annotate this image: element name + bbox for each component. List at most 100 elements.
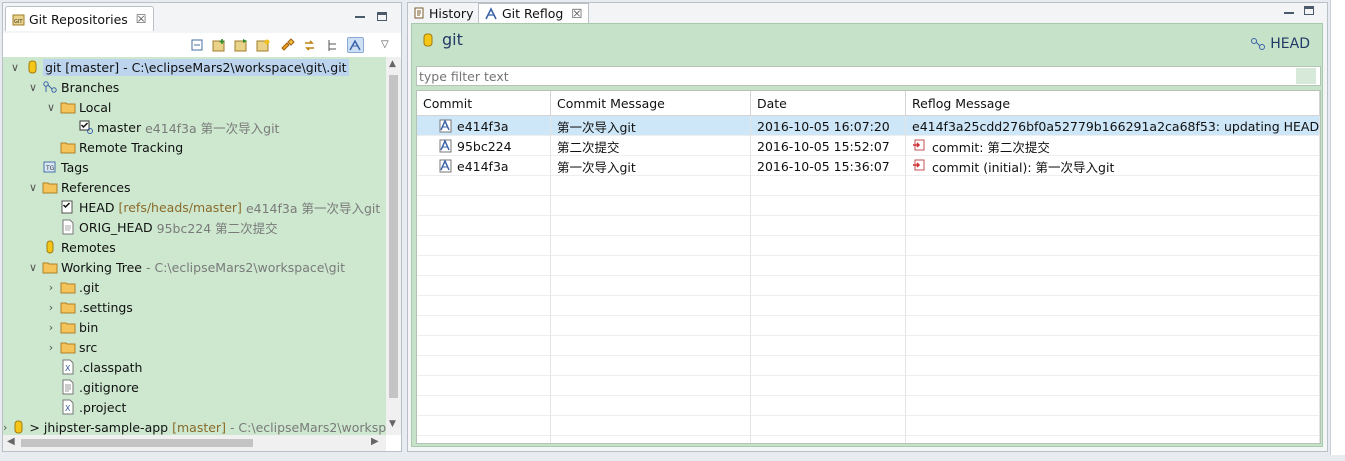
trim-stack <box>1330 0 1345 461</box>
column-header-commit-message[interactable]: Commit Message <box>551 91 751 116</box>
view-tabbar: GIT Git Repositories ☒ <box>3 3 401 33</box>
tree-item-decoration: 95bc224 第二次提交 <box>156 220 278 236</box>
scroll-left-icon[interactable]: ◀ <box>7 436 15 447</box>
tree-item[interactable]: HEAD [refs/heads/master] e414f3a 第一次导入git <box>3 197 386 217</box>
close-icon[interactable]: ☒ <box>571 6 582 21</box>
xml-file-icon: X <box>60 399 76 415</box>
commit-message-cell-text: 第一次导入git <box>557 159 636 175</box>
collapse-icon[interactable]: ∨ <box>27 81 39 94</box>
tree-item[interactable]: ∨ References <box>3 177 386 197</box>
tree-item[interactable]: › src <box>3 337 386 357</box>
tree-item[interactable]: ∨ Working Tree - C:\eclipseMars2\workspace… <box>3 257 386 277</box>
scroll-up-icon[interactable]: ▲ <box>389 59 396 69</box>
collapse-all-icon[interactable] <box>189 37 206 53</box>
column-header-reflog-message[interactable]: Reflog Message <box>906 91 1320 116</box>
tree-item[interactable]: TG Tags <box>3 157 386 177</box>
tree-item[interactable]: › > jhipster-sample-app [master] - C:\eclip… <box>3 417 386 435</box>
empty-cell <box>906 276 1320 296</box>
hierarchical-branch-icon[interactable] <box>325 37 342 53</box>
tree-item-decoration: e414f3a 第一次导入git <box>245 200 381 216</box>
empty-cell <box>551 396 751 416</box>
tree-item-label: Remotes <box>61 239 116 255</box>
empty-cell <box>417 236 551 256</box>
empty-cell <box>417 196 551 216</box>
column-header-commit[interactable]: Commit <box>417 91 551 116</box>
commit-icon <box>437 158 453 174</box>
tab-history[interactable]: History <box>408 3 480 23</box>
tree-item[interactable]: X .project <box>3 397 386 417</box>
expand-icon[interactable]: › <box>45 281 57 294</box>
table-row[interactable]: e414f3a 第一次导入git 2016-10-05 16:07:20 e414f3… <box>417 116 1320 136</box>
scroll-right-icon[interactable]: ▶ <box>371 436 379 447</box>
tree-item-label: Branches <box>61 79 120 95</box>
empty-cell <box>417 256 551 276</box>
minimize-icon[interactable] <box>1284 8 1294 14</box>
repository-icon <box>24 59 40 75</box>
tree-item[interactable]: .gitignore <box>3 377 386 397</box>
vertical-scrollbar[interactable]: ▲ ▼ <box>386 57 401 435</box>
table-row[interactable]: e414f3a 第一次导入git 2016-10-05 15:36:07 commit… <box>417 156 1320 176</box>
status-bar <box>0 455 1345 461</box>
collapse-icon[interactable]: ∨ <box>45 101 57 114</box>
collapse-icon[interactable]: ∨ <box>27 261 39 274</box>
close-icon[interactable]: ☒ <box>136 12 147 26</box>
checked-ref-icon <box>60 199 76 215</box>
commit-cell-text: e414f3a <box>457 158 509 174</box>
tree-item[interactable]: ∨ Branches <box>3 77 386 97</box>
empty-cell <box>906 256 1320 276</box>
tree-item[interactable]: ORIG_HEAD 95bc224 第二次提交 <box>3 217 386 237</box>
tab-git-repositories[interactable]: GIT Git Repositories ☒ <box>5 6 154 31</box>
empty-table-row <box>417 356 1320 376</box>
tree-item[interactable]: ∨ Local <box>3 97 386 117</box>
tab-git-reflog[interactable]: Git Reflog ☒ <box>478 3 589 23</box>
expand-icon[interactable]: › <box>45 321 57 334</box>
expand-icon[interactable]: › <box>45 301 57 314</box>
clear-filter-icon[interactable] <box>1296 68 1316 84</box>
repository-tree[interactable]: ∨ git [master] - C:\eclipseMars2\workspac… <box>3 57 386 435</box>
reflog-message-cell: commit: 第二次提交 <box>906 136 1320 156</box>
refresh-icon[interactable] <box>301 37 318 53</box>
tree-item[interactable]: X .classpath <box>3 357 386 377</box>
maximize-icon[interactable] <box>1304 6 1314 15</box>
tree-item[interactable]: ∨ git [master] - C:\eclipseMars2\workspac… <box>3 57 386 77</box>
empty-cell <box>417 316 551 336</box>
minimize-icon[interactable] <box>355 12 365 18</box>
empty-cell <box>906 376 1320 396</box>
clone-repository-icon[interactable] <box>233 37 250 53</box>
expand-icon[interactable]: › <box>3 421 7 434</box>
link-selection-icon[interactable] <box>347 37 364 53</box>
column-header-date[interactable]: Date <box>751 91 906 116</box>
tree-item[interactable]: master e414f3a 第一次导入git <box>3 117 386 137</box>
view-menu-icon[interactable]: ▽ <box>381 39 389 50</box>
collapse-icon[interactable]: ∨ <box>9 61 21 74</box>
scrollbar-thumb[interactable] <box>389 75 398 398</box>
create-repository-icon[interactable] <box>255 37 272 53</box>
scroll-down-icon[interactable]: ▼ <box>389 419 396 429</box>
tree-item[interactable]: Remote Tracking <box>3 137 386 157</box>
empty-cell <box>751 396 906 416</box>
table-row[interactable]: 95bc224 第二次提交 2016-10-05 15:52:07 commit: 第… <box>417 136 1320 156</box>
scrollbar-thumb[interactable] <box>21 439 253 447</box>
tree-item-label: .project <box>79 399 127 415</box>
expand-icon[interactable]: › <box>45 341 57 354</box>
reflog-table[interactable]: Commit Commit Message Date Reflog Messag… <box>416 90 1321 444</box>
horizontal-scrollbar[interactable]: ◀ ▶ <box>3 435 386 451</box>
repository-icon <box>10 419 26 435</box>
tree-item[interactable]: › .settings <box>3 297 386 317</box>
tree-item[interactable]: › bin <box>3 317 386 337</box>
collapse-icon[interactable]: ∨ <box>27 181 39 194</box>
tree-item[interactable]: › .git <box>3 277 386 297</box>
filter-input[interactable] <box>416 66 1321 86</box>
tree-item-decoration: e414f3a 第一次导入git <box>145 120 280 136</box>
link-with-editor-icon[interactable] <box>279 37 296 53</box>
empty-table-row <box>417 316 1320 336</box>
tree-item-decoration: - C:\eclipseMars2\workspace\git <box>146 259 345 275</box>
empty-cell <box>551 356 751 376</box>
tree-item[interactable]: Remotes <box>3 237 386 257</box>
commit-cell-text: 95bc224 <box>457 138 512 154</box>
add-repository-icon[interactable] <box>211 37 228 53</box>
tree-item-label: .classpath <box>79 359 143 375</box>
maximize-icon[interactable] <box>377 12 387 21</box>
empty-cell <box>417 176 551 196</box>
empty-cell <box>551 276 751 296</box>
